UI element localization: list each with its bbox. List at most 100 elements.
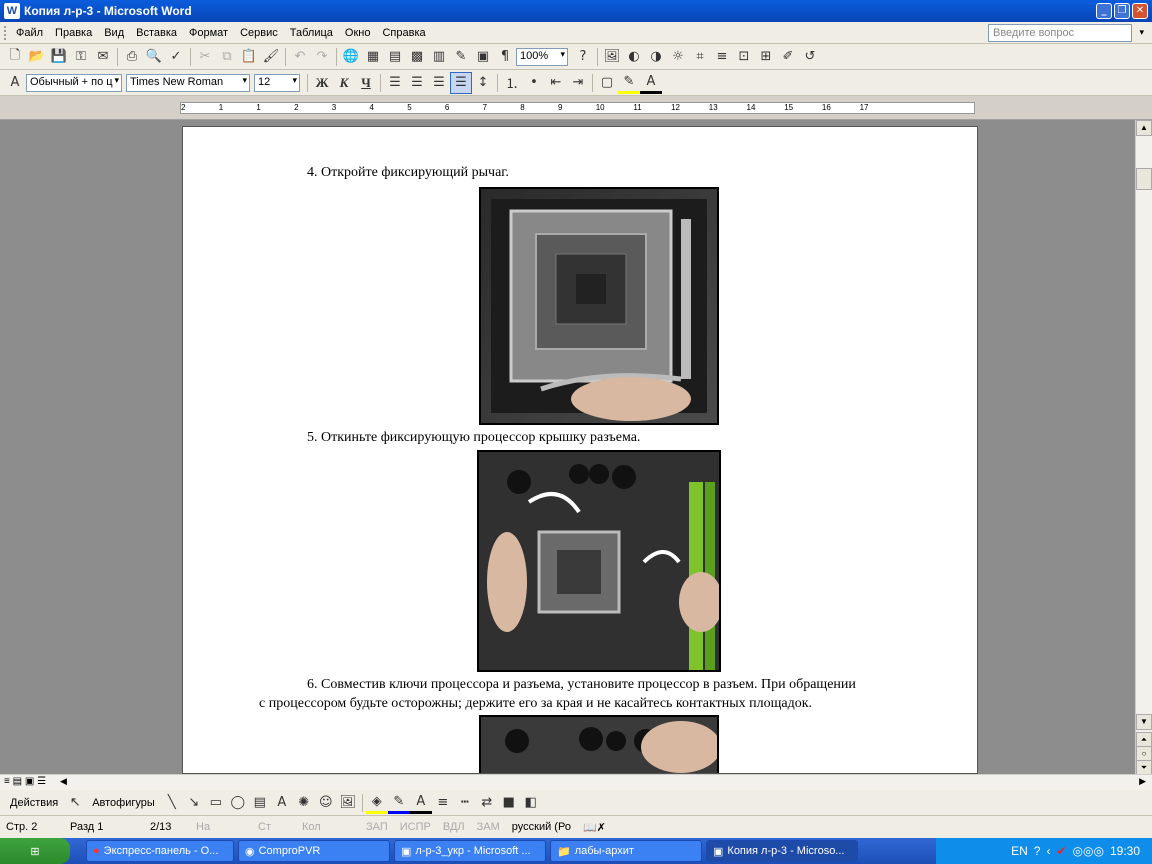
menu-help[interactable]: Справка (376, 22, 431, 44)
select-objects-icon[interactable]: ↖ (64, 792, 86, 814)
align-center-icon[interactable]: ☰ (406, 72, 428, 94)
insert-picture-icon[interactable]: 🖼 (601, 46, 623, 68)
text-wrap-icon[interactable]: ⊞ (755, 46, 777, 68)
status-track[interactable]: ИСПР (394, 821, 437, 833)
start-button[interactable]: ⊞ (0, 838, 70, 864)
restore-button[interactable]: ❐ (1114, 3, 1130, 19)
rectangle-icon[interactable]: ▭ (205, 792, 227, 814)
menu-format[interactable]: Формат (183, 22, 234, 44)
tray-arrow-icon[interactable]: ‹ (1046, 844, 1050, 858)
task-opera[interactable]: ● Экспресс-панель - О... (86, 840, 234, 862)
clipart-icon[interactable]: ☺ (315, 792, 337, 814)
print-icon[interactable]: ⎙ (121, 46, 143, 68)
oval-icon[interactable]: ◯ (227, 792, 249, 814)
arrow-style-icon[interactable]: ⇄ (476, 792, 498, 814)
columns-icon[interactable]: ▥ (428, 46, 450, 68)
line-spacing-icon[interactable]: ↕ (472, 72, 494, 94)
arrow-icon[interactable]: ↘ (183, 792, 205, 814)
menu-file[interactable]: Файл (10, 22, 49, 44)
drawing-icon[interactable]: ✎ (450, 46, 472, 68)
tables-borders-icon[interactable]: ▦ (362, 46, 384, 68)
brightness-icon[interactable]: ☼ (667, 46, 689, 68)
zoom-select[interactable]: 100% (516, 47, 568, 66)
format-picture-icon[interactable]: ✐ (777, 46, 799, 68)
help-icon[interactable]: ? (572, 46, 594, 68)
scroll-down-icon[interactable]: ▼ (1136, 714, 1152, 730)
style-select[interactable]: Обычный + по ц (26, 73, 122, 92)
menu-window[interactable]: Окно (339, 22, 377, 44)
picture-icon[interactable]: 🖼 (337, 792, 359, 814)
task-word-lab[interactable]: ▣ л-р-3_укр - Microsoft ... (394, 840, 546, 862)
format-painter-icon[interactable]: 🖌 (260, 46, 282, 68)
reset-picture-icon[interactable]: ↺ (799, 46, 821, 68)
menu-insert[interactable]: Вставка (130, 22, 183, 44)
help-search-input[interactable]: Введите вопрос (988, 24, 1132, 42)
3d-icon[interactable]: ◧ (520, 792, 542, 814)
horizontal-scrollbar[interactable]: ≡ ▤ ▣ ☰ ◀ ▶ (0, 774, 1152, 790)
scroll-thumb[interactable] (1136, 168, 1152, 190)
line-icon[interactable]: ╲ (161, 792, 183, 814)
menu-table[interactable]: Таблица (284, 22, 339, 44)
paste-icon[interactable]: 📋 (238, 46, 260, 68)
dash-style-icon[interactable]: ┅ (454, 792, 476, 814)
title-bar[interactable]: W Копия л-р-3 - Microsoft Word _ ❐ ✕ (0, 0, 1152, 22)
autoshapes-menu[interactable]: Автофигуры (86, 797, 161, 809)
line-color-icon[interactable]: ✎ (387, 792, 410, 814)
highlight-icon[interactable]: ✎ (618, 72, 640, 94)
compress-icon[interactable]: ⊡ (733, 46, 755, 68)
wordart-icon[interactable]: A (271, 792, 293, 814)
task-word-copy[interactable]: ▣ Копия л-р-3 - Microso... (706, 840, 858, 862)
open-folder-icon[interactable]: 📂 (26, 46, 48, 68)
line-style-icon[interactable]: ≡ (711, 46, 733, 68)
undo-icon[interactable]: ↶ (289, 46, 311, 68)
font-color-icon[interactable]: A (640, 72, 662, 94)
status-record[interactable]: ЗАП (360, 821, 394, 833)
contrast-icon[interactable]: ◑ (645, 46, 667, 68)
justify-icon[interactable]: ☰ (450, 71, 472, 94)
crop-icon[interactable]: ⌗ (689, 46, 711, 68)
color-icon[interactable]: ◐ (623, 46, 645, 68)
font-select[interactable]: Times New Roman (126, 73, 250, 92)
actions-menu[interactable]: Действия (4, 797, 64, 809)
redo-icon[interactable]: ↷ (311, 46, 333, 68)
borders-icon[interactable]: ▢ (596, 72, 618, 94)
antivirus-icon[interactable]: ✔ (1056, 844, 1066, 858)
copy-icon[interactable]: ⧉ (216, 46, 238, 68)
scroll-left-icon[interactable]: ◀ (60, 776, 67, 787)
insert-excel-icon[interactable]: ▩ (406, 46, 428, 68)
help-dropdown-icon[interactable]: ▾ (1139, 27, 1144, 38)
language-indicator[interactable]: EN (1011, 844, 1028, 858)
menu-view[interactable]: Вид (98, 22, 130, 44)
new-document-icon[interactable]: 🗋 (4, 46, 26, 68)
spelling-status-icon[interactable]: 📖✗ (577, 821, 612, 834)
print-preview-icon[interactable]: 🔍 (143, 46, 165, 68)
email-icon[interactable]: ✉ (92, 46, 114, 68)
menu-edit[interactable]: Правка (49, 22, 98, 44)
tray-apps-icon[interactable]: ◎◎◎ (1073, 844, 1104, 858)
view-buttons-icon[interactable]: ≡ ▤ ▣ ☰ (4, 776, 46, 787)
status-language[interactable]: русский (Ро (506, 821, 577, 833)
vertical-scrollbar[interactable]: ▲ ▼ ⏶ ○ ⏷ (1135, 120, 1152, 776)
numbering-icon[interactable]: ⒈ (501, 72, 523, 94)
styles-icon[interactable]: A (4, 72, 26, 94)
line-weight-icon[interactable]: ≡ (432, 792, 454, 814)
cut-icon[interactable]: ✂ (194, 46, 216, 68)
menu-tools[interactable]: Сервис (234, 22, 284, 44)
textbox-icon[interactable]: ▤ (249, 792, 271, 814)
status-overtype[interactable]: ЗАМ (471, 821, 506, 833)
italic-button[interactable]: К (333, 72, 355, 94)
task-folder[interactable]: 📁 лабы-архит (550, 840, 702, 862)
fill-color-icon[interactable]: ◈ (365, 792, 388, 814)
save-icon[interactable]: 💾 (48, 46, 70, 68)
status-extend[interactable]: ВДЛ (437, 821, 471, 833)
align-left-icon[interactable]: ☰ (384, 72, 406, 94)
bold-button[interactable]: Ж (311, 72, 333, 94)
underline-button[interactable]: Ч (355, 72, 377, 94)
increase-indent-icon[interactable]: ⇥ (567, 72, 589, 94)
horizontal-ruler[interactable]: 2 1 1 2 3 4 5 6 7 8 9 10 11 12 13 14 15 16 17 (180, 102, 975, 114)
shadow-icon[interactable]: ■ (498, 792, 520, 814)
font-size-select[interactable]: 12 (254, 73, 300, 92)
scroll-right-icon[interactable]: ▶ (1139, 776, 1146, 787)
drawing-font-color-icon[interactable]: A (409, 792, 432, 814)
document-page[interactable]: 4. Откройте фиксирующий рычаг. 5. Откинь… (182, 126, 978, 774)
